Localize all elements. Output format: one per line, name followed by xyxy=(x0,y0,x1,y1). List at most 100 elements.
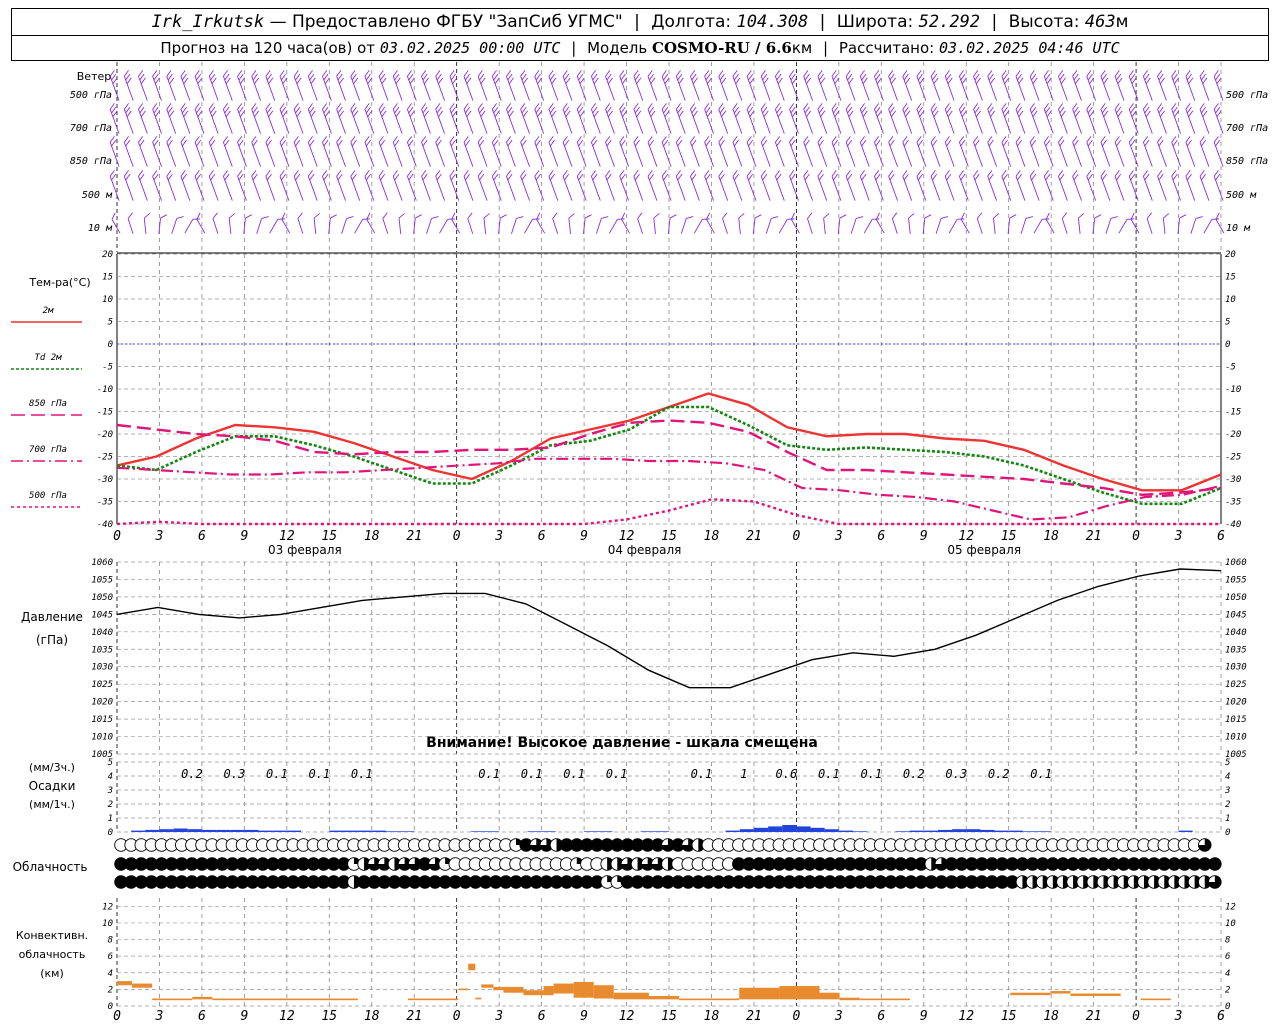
wind-barb-staff xyxy=(297,218,304,234)
wind-barb xyxy=(222,70,233,101)
wind-barb xyxy=(891,212,898,234)
time-tick-label: 12 xyxy=(958,1009,974,1024)
precip-bar xyxy=(1022,831,1037,832)
cloud-ylabel: Облачность xyxy=(13,860,88,874)
wind-barb xyxy=(392,70,403,101)
wind-barb xyxy=(778,218,795,234)
wind-barb-staff xyxy=(467,218,474,234)
precip-bar xyxy=(343,830,358,832)
wind-barb-staff xyxy=(281,219,291,234)
wind-barb xyxy=(451,212,461,234)
precip-bar xyxy=(187,829,202,832)
wind-barb xyxy=(675,136,686,167)
wind-barb xyxy=(908,213,915,235)
wind-barb-feather xyxy=(127,212,133,219)
wind-barb-feather xyxy=(499,214,507,219)
time-tick-label: 0 xyxy=(453,1009,461,1024)
wind-barb-staff xyxy=(680,218,687,234)
wind-barb xyxy=(1146,212,1153,234)
wind-barb xyxy=(774,136,785,167)
wind-barb xyxy=(265,70,276,101)
y-tick-label-right: 0 xyxy=(1225,828,1230,838)
y-tick-label-right: 12 xyxy=(1225,902,1236,912)
wind-barb xyxy=(722,212,728,234)
convective-cloud-bar xyxy=(117,981,133,986)
wind-barb-staff xyxy=(1061,218,1068,234)
wind-barb xyxy=(143,213,151,235)
time-tick-label: 15 xyxy=(321,529,337,544)
wind-barb xyxy=(180,170,191,201)
wind-barb xyxy=(902,70,913,101)
wind-barb xyxy=(973,70,983,101)
wind-barb-feather xyxy=(787,218,795,220)
wind-barb xyxy=(1029,103,1040,134)
wind-barb-feather xyxy=(483,213,490,219)
wind-barb-staff xyxy=(536,219,546,234)
wind-barb-staff xyxy=(790,219,800,234)
wind-barb xyxy=(1029,136,1040,167)
wind-barb xyxy=(902,136,913,167)
wind-level-label-left: 500 м xyxy=(82,190,113,201)
wind-barb xyxy=(1061,212,1068,234)
precip-bar xyxy=(966,829,981,832)
wind-barb xyxy=(477,170,488,201)
wind-barb xyxy=(127,212,134,234)
wind-level-label-left: 10 м xyxy=(88,223,113,234)
y-tick-label-right: 4 xyxy=(1225,772,1230,782)
wind-barb xyxy=(463,70,474,101)
precip-bar xyxy=(598,831,613,832)
wind-barb xyxy=(633,136,644,167)
legend-label: 850 гПа xyxy=(29,399,67,409)
wind-barb-feather xyxy=(722,212,728,219)
wind-barb xyxy=(1077,213,1085,235)
wind-barb xyxy=(166,70,177,101)
wind-barb xyxy=(803,136,814,167)
wind-barb-staff xyxy=(765,218,772,234)
wind-barb xyxy=(1100,70,1111,101)
y-tick-label-left: 12 xyxy=(102,902,113,912)
wind-barb xyxy=(653,213,660,235)
wind-barb xyxy=(426,216,439,234)
wind-barb xyxy=(1185,70,1196,101)
time-tick-label: 15 xyxy=(1001,1009,1017,1024)
wind-barb xyxy=(987,103,998,134)
wind-barb xyxy=(208,170,219,201)
wind-barb xyxy=(595,216,609,234)
wind-barb xyxy=(863,218,880,234)
wind-barb-staff xyxy=(212,218,219,234)
wind-barb xyxy=(293,136,304,167)
y-tick-label-right: 1050 xyxy=(1225,593,1247,603)
y-tick-label-right: 15 xyxy=(1225,273,1236,283)
y-tick-label-right: 1040 xyxy=(1225,628,1247,638)
wind-barb xyxy=(1203,218,1220,234)
precip-bar xyxy=(527,831,542,832)
wind-barb xyxy=(888,136,898,167)
y-tick-label-left: 10 xyxy=(102,919,113,929)
wind-barb xyxy=(354,218,370,234)
wind-barb xyxy=(922,214,932,235)
wind-barb xyxy=(498,214,507,235)
wind-barb xyxy=(930,70,941,101)
time-tick-label: 18 xyxy=(364,1009,380,1024)
wind-barb xyxy=(738,213,745,235)
wind-barb xyxy=(506,170,516,201)
precip-amount-label: 0.1 xyxy=(860,767,882,781)
time-tick-label: 12 xyxy=(619,529,635,544)
wind-barb-feather xyxy=(993,213,1000,219)
wind-barb xyxy=(1157,103,1167,134)
wind-barb xyxy=(439,218,455,234)
wind-barb xyxy=(859,70,870,101)
wind-barb xyxy=(875,212,885,234)
wind-barb xyxy=(1100,103,1111,134)
y-tick-label-right: -25 xyxy=(1225,453,1241,463)
wind-barb xyxy=(944,136,955,167)
time-tick-label: 18 xyxy=(1043,529,1059,544)
wind-barb xyxy=(1185,103,1196,134)
wind-barb xyxy=(378,103,389,134)
wind-barb xyxy=(845,170,856,201)
wind-barb-feather xyxy=(601,216,609,219)
wind-barb-feather xyxy=(536,212,541,220)
time-tick-label: 3 xyxy=(1174,1009,1183,1024)
wind-barb-feather xyxy=(160,214,168,219)
time-tick-label: 18 xyxy=(704,529,720,544)
